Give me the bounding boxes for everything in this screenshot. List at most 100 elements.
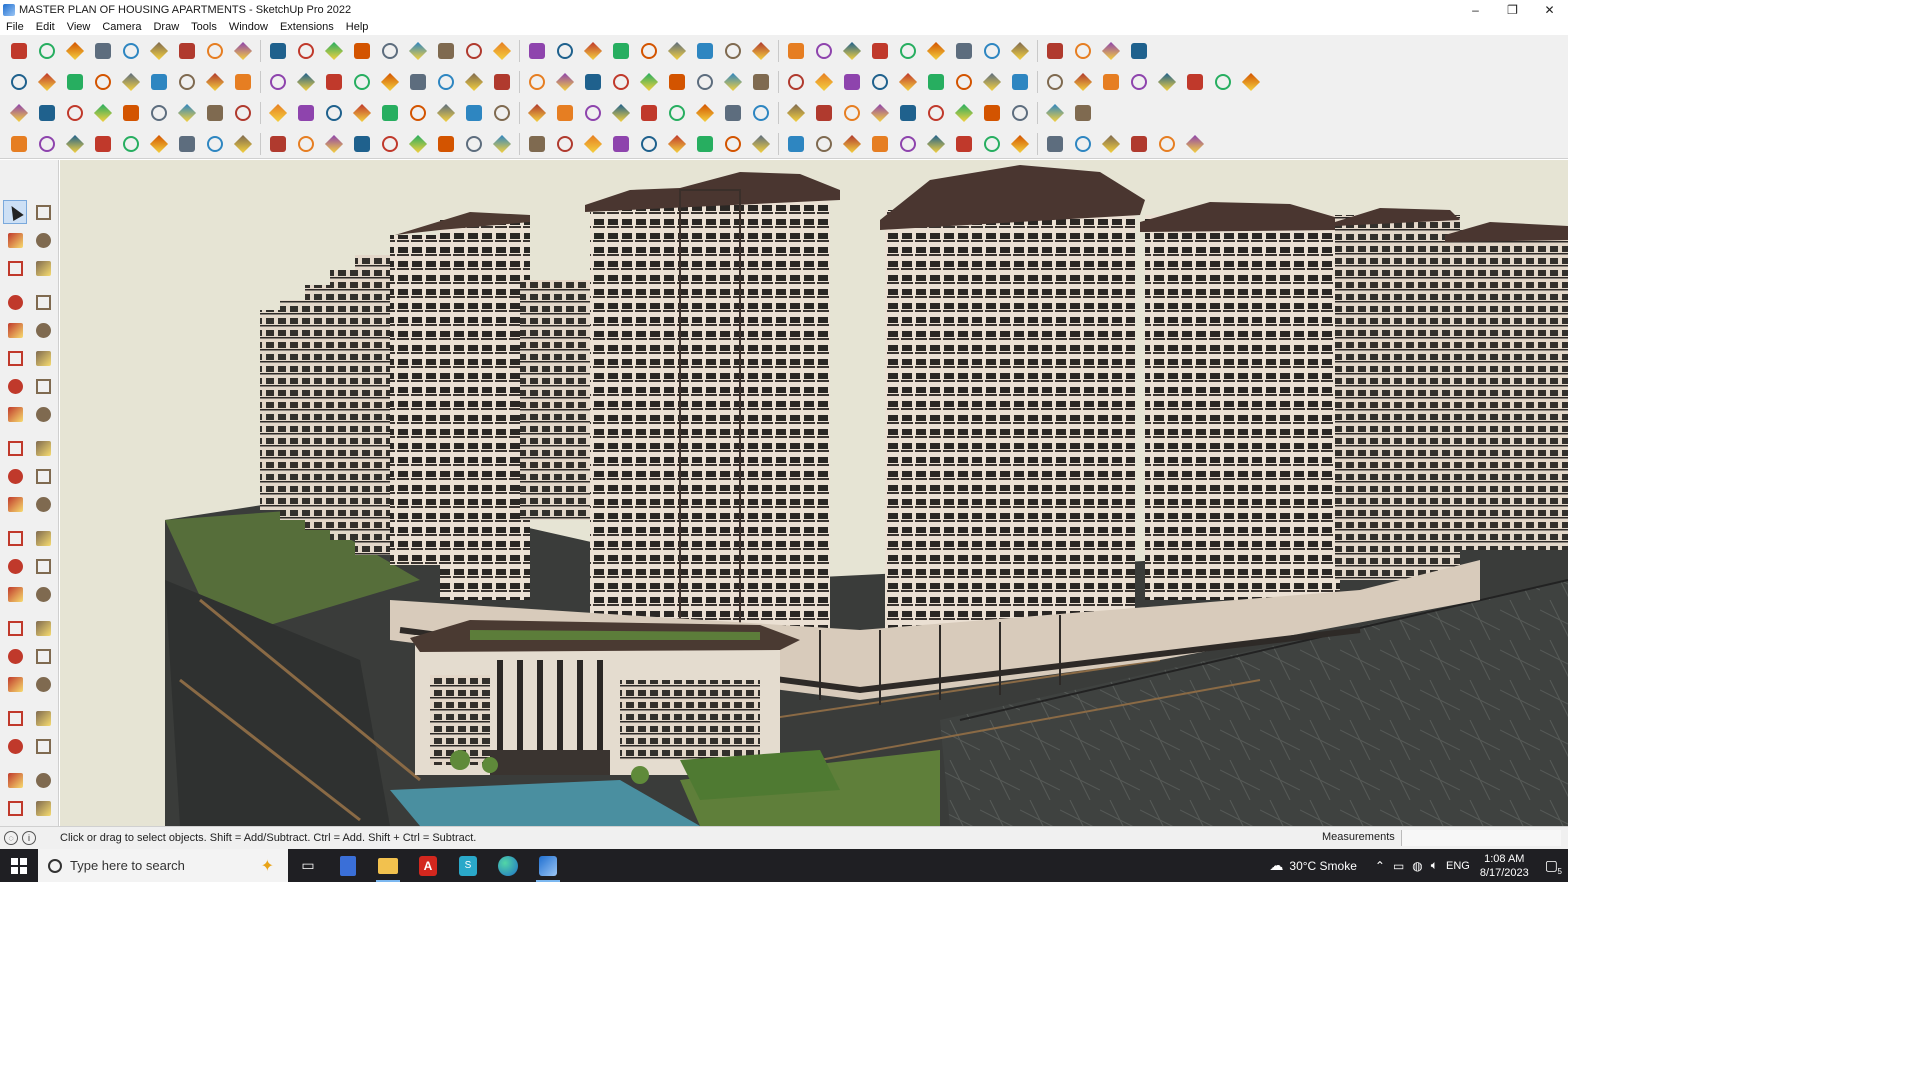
model-viewport[interactable] bbox=[60, 160, 1568, 826]
toolbar-tool-icon[interactable] bbox=[610, 102, 632, 124]
toolbar-tool-icon[interactable] bbox=[554, 133, 576, 155]
toolbar-tool-icon[interactable] bbox=[1072, 133, 1094, 155]
toolbar-tool-icon[interactable] bbox=[295, 102, 317, 124]
toolbar-tool-icon[interactable] bbox=[813, 102, 835, 124]
toolbar-tool-icon[interactable] bbox=[435, 102, 457, 124]
zoom-window-icon[interactable] bbox=[31, 644, 55, 668]
toolbar-tool-icon[interactable] bbox=[1009, 40, 1031, 62]
toolbar-tool-icon[interactable] bbox=[351, 102, 373, 124]
toolbar-tool-icon[interactable] bbox=[435, 71, 457, 93]
toolbar-tool-icon[interactable] bbox=[407, 40, 429, 62]
toolbar-tool-icon[interactable] bbox=[750, 71, 772, 93]
toolbar-tool-icon[interactable] bbox=[582, 71, 604, 93]
toolbar-tool-icon[interactable] bbox=[897, 102, 919, 124]
toolbar-tool-icon[interactable] bbox=[351, 40, 373, 62]
toolbar-tool-icon[interactable] bbox=[981, 102, 1003, 124]
toolbar-tool-icon[interactable] bbox=[554, 40, 576, 62]
toolbar-tool-icon[interactable] bbox=[1044, 102, 1066, 124]
toolbar-tool-icon[interactable] bbox=[1128, 40, 1150, 62]
toolbar-tool-icon[interactable] bbox=[1044, 133, 1066, 155]
toolbar-tool-icon[interactable] bbox=[925, 40, 947, 62]
volume-icon[interactable]: 🔈︎ bbox=[1431, 858, 1438, 873]
menu-file[interactable]: File bbox=[0, 21, 30, 33]
tape-measure-icon[interactable] bbox=[3, 526, 27, 550]
toolbar-tool-icon[interactable] bbox=[526, 102, 548, 124]
section-plane-icon[interactable] bbox=[31, 734, 55, 758]
toolbar-tool-icon[interactable] bbox=[351, 133, 373, 155]
toolbar-tool-icon[interactable] bbox=[750, 133, 772, 155]
toolbar-tool-icon[interactable] bbox=[925, 133, 947, 155]
toolbar-tool-icon[interactable] bbox=[666, 133, 688, 155]
toolbar-tool-icon[interactable] bbox=[869, 40, 891, 62]
toolbar-tool-icon[interactable] bbox=[554, 102, 576, 124]
toolbar-tool-icon[interactable] bbox=[491, 71, 513, 93]
toolbar-tool-icon[interactable] bbox=[8, 40, 30, 62]
toolbar-tool-icon[interactable] bbox=[1009, 71, 1031, 93]
toolbar-tool-icon[interactable] bbox=[610, 71, 632, 93]
toolbar-tool-icon[interactable] bbox=[8, 133, 30, 155]
close-button[interactable]: ✕ bbox=[1531, 0, 1568, 19]
toolbar-tool-icon[interactable] bbox=[841, 71, 863, 93]
toolbar-tool-icon[interactable] bbox=[36, 71, 58, 93]
axes-icon[interactable] bbox=[3, 582, 27, 606]
toolbar-tool-icon[interactable] bbox=[897, 133, 919, 155]
two-point-arc-icon[interactable] bbox=[3, 402, 27, 426]
zoom-icon[interactable] bbox=[3, 644, 27, 668]
toolbar-tool-icon[interactable] bbox=[323, 133, 345, 155]
toolbar-tool-icon[interactable] bbox=[267, 40, 289, 62]
toolbar-tool-icon[interactable] bbox=[694, 40, 716, 62]
toolbar-tool-icon[interactable] bbox=[750, 40, 772, 62]
toolbar-tool-icon[interactable] bbox=[694, 102, 716, 124]
geo-location-icon[interactable]: ◌ bbox=[4, 831, 18, 845]
toolbar-tool-icon[interactable] bbox=[64, 71, 86, 93]
toolbar-tool-icon[interactable] bbox=[295, 40, 317, 62]
weather-text[interactable]: 30°C Smoke bbox=[1289, 859, 1357, 873]
toolbar-tool-icon[interactable] bbox=[785, 102, 807, 124]
tape-icon[interactable] bbox=[31, 256, 55, 280]
toolbar-tool-icon[interactable] bbox=[841, 133, 863, 155]
menu-draw[interactable]: Draw bbox=[147, 21, 185, 33]
toolbar-tool-icon[interactable] bbox=[638, 102, 660, 124]
toolbar-tool-icon[interactable] bbox=[1184, 71, 1206, 93]
pan-icon[interactable] bbox=[31, 616, 55, 640]
toolbar-tool-icon[interactable] bbox=[92, 133, 114, 155]
toolbar-tool-icon[interactable] bbox=[491, 133, 513, 155]
menu-edit[interactable]: Edit bbox=[30, 21, 61, 33]
toolbar-tool-icon[interactable] bbox=[981, 40, 1003, 62]
toolbar-tool-icon[interactable] bbox=[554, 71, 576, 93]
file-explorer-icon[interactable] bbox=[368, 849, 408, 882]
toolbar-tool-icon[interactable] bbox=[722, 102, 744, 124]
toolbar-tool-icon[interactable] bbox=[1156, 71, 1178, 93]
toolbar-tool-icon[interactable] bbox=[120, 40, 142, 62]
stamp-icon[interactable] bbox=[3, 796, 27, 820]
circle-icon[interactable] bbox=[3, 346, 27, 370]
toolbar-tool-icon[interactable] bbox=[267, 102, 289, 124]
toolbar-tool-icon[interactable] bbox=[638, 133, 660, 155]
toolbar-tool-icon[interactable] bbox=[463, 71, 485, 93]
weather-icon[interactable]: ☁ bbox=[1269, 857, 1283, 874]
toolbar-tool-icon[interactable] bbox=[148, 40, 170, 62]
rectangle-icon[interactable] bbox=[3, 318, 27, 342]
position-camera-icon[interactable] bbox=[3, 706, 27, 730]
toolbar-tool-icon[interactable] bbox=[1100, 40, 1122, 62]
menu-extensions[interactable]: Extensions bbox=[274, 21, 340, 33]
toolbar-tool-icon[interactable] bbox=[841, 40, 863, 62]
menu-window[interactable]: Window bbox=[223, 21, 274, 33]
toolbar-tool-icon[interactable] bbox=[1100, 71, 1122, 93]
start-button[interactable] bbox=[0, 849, 38, 882]
toolbar-tool-icon[interactable] bbox=[232, 40, 254, 62]
toolbar-tool-icon[interactable] bbox=[953, 133, 975, 155]
drape-icon[interactable] bbox=[31, 796, 55, 820]
toolbar-tool-icon[interactable] bbox=[92, 71, 114, 93]
task-view-icon[interactable]: ▭ bbox=[288, 849, 328, 882]
notification-icon[interactable]: ▢ 5 bbox=[1545, 857, 1562, 876]
toolbar-tool-icon[interactable] bbox=[666, 102, 688, 124]
toolbar-tool-icon[interactable] bbox=[813, 133, 835, 155]
toolbar-tool-icon[interactable] bbox=[1100, 133, 1122, 155]
toolbar-tool-icon[interactable] bbox=[526, 71, 548, 93]
toolbar-tool-icon[interactable] bbox=[148, 102, 170, 124]
toolbar-tool-icon[interactable] bbox=[610, 40, 632, 62]
clock[interactable]: 1:08 AM 8/17/2023 bbox=[1480, 852, 1529, 880]
toolbar-tool-icon[interactable] bbox=[610, 133, 632, 155]
dimension-icon[interactable] bbox=[31, 526, 55, 550]
